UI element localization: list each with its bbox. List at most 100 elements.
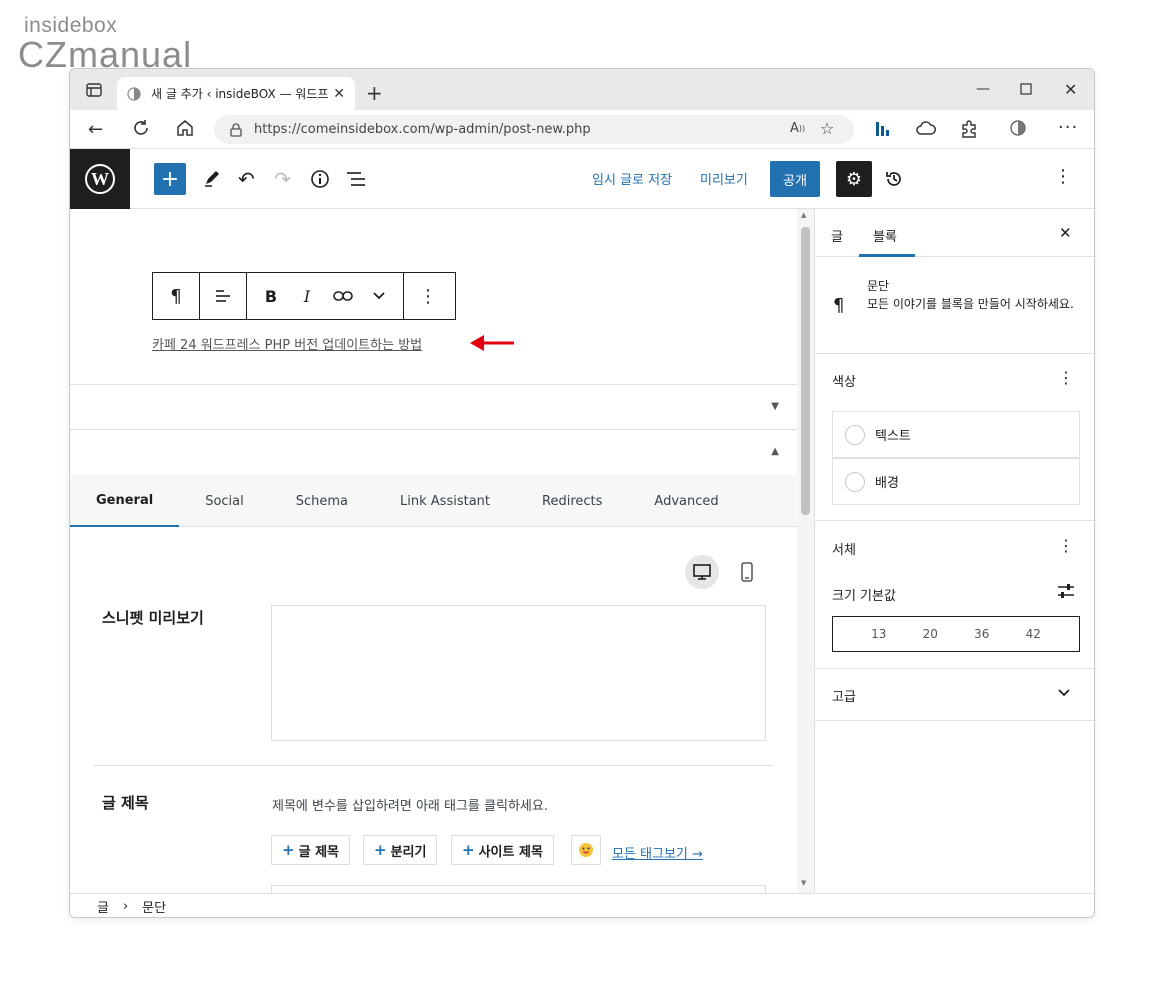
- scroll-down-icon[interactable]: ▼: [801, 879, 806, 887]
- revisions-history-icon[interactable]: [884, 169, 904, 189]
- scrollbar-thumb[interactable]: [801, 227, 810, 515]
- block-breadcrumb: 글 › 문단: [70, 893, 1094, 917]
- text-color-swatch: [845, 424, 865, 445]
- meta-panel-collapsed[interactable]: ▼: [70, 384, 797, 429]
- paragraph-icon[interactable]: ¶: [153, 273, 199, 319]
- snippet-preview-label: 스니펫 미리보기: [102, 609, 204, 627]
- triangle-down-icon: ▼: [771, 401, 779, 412]
- red-arrow-annotation-icon: [470, 333, 516, 353]
- edge-profile-icon[interactable]: [1010, 120, 1026, 136]
- read-aloud-icon[interactable]: A)): [790, 121, 805, 136]
- color-panel: 색상 ⋮ 텍스트 배경: [815, 354, 1094, 521]
- tools-pen-icon[interactable]: [203, 169, 221, 187]
- block-toolbar: ¶ B I ⋮: [152, 272, 456, 320]
- close-window-icon[interactable]: ✕: [1064, 80, 1077, 99]
- url-field[interactable]: https://comeinsidebox.com/wp-admin/post-…: [214, 115, 854, 144]
- browser-tab[interactable]: 새 글 추가 ‹ insideBOX — 워드프 ✕: [117, 77, 355, 110]
- refresh-icon[interactable]: [132, 119, 150, 137]
- publish-button[interactable]: 공개: [770, 161, 820, 197]
- text-color-label: 텍스트: [875, 429, 911, 444]
- breadcrumb-current[interactable]: 문단: [142, 897, 166, 916]
- preview-button[interactable]: 미리보기: [700, 169, 748, 188]
- tab-block[interactable]: 블록: [873, 226, 897, 245]
- browser-window: 새 글 추가 ‹ insideBOX — 워드프 ✕ + — ✕ ← https…: [69, 68, 1095, 918]
- desktop-preview-button[interactable]: [685, 555, 719, 589]
- editor-scrollbar[interactable]: ▲ ▼: [797, 209, 814, 893]
- back-icon[interactable]: ←: [88, 119, 103, 140]
- wordpress-logo-icon[interactable]: W: [70, 149, 130, 209]
- url-text: https://comeinsidebox.com/wp-admin/post-…: [254, 122, 591, 137]
- breadcrumb-separator-icon: ›: [122, 899, 129, 914]
- title-template-input[interactable]: [271, 885, 766, 893]
- tab-schema[interactable]: Schema: [270, 475, 374, 527]
- block-options-kebab-icon[interactable]: ⋮: [404, 273, 452, 319]
- tab-post[interactable]: 글: [831, 226, 843, 245]
- tab-advanced[interactable]: Advanced: [628, 475, 744, 527]
- sidebar-toggle-icon[interactable]: [86, 83, 102, 97]
- chevron-down-icon: [1058, 689, 1070, 697]
- address-bar: ← https://comeinsidebox.com/wp-admin/pos…: [70, 110, 1094, 149]
- extensions-icon[interactable]: [960, 120, 978, 138]
- minimize-icon[interactable]: —: [976, 81, 990, 97]
- close-tab-icon[interactable]: ✕: [333, 86, 345, 102]
- emoji-button[interactable]: [571, 835, 601, 865]
- add-block-button[interactable]: +: [154, 163, 186, 195]
- editor-header: W + ↶ ↷ 임시 글로 저장 미리보기 공개 ⚙ ⋮: [70, 149, 1094, 209]
- tab-general[interactable]: General: [70, 475, 180, 527]
- post-title-label: 글 제목: [102, 794, 149, 812]
- font-size-option-20[interactable]: 20: [923, 627, 938, 641]
- typography-options-kebab-icon[interactable]: ⋮: [1058, 538, 1074, 554]
- seo-tabs: General Social Schema Link Assistant Red…: [70, 475, 797, 527]
- bold-icon[interactable]: B: [253, 273, 289, 319]
- favorite-icon[interactable]: ☆: [820, 119, 834, 138]
- undo-icon[interactable]: ↶: [238, 167, 255, 191]
- close-sidebar-icon[interactable]: ✕: [1059, 224, 1072, 242]
- align-icon[interactable]: [200, 273, 246, 319]
- background-color-swatch: [845, 471, 865, 492]
- font-size-option-13[interactable]: 13: [871, 627, 886, 641]
- paragraph-block[interactable]: 카페 24 워드프레스 PHP 버전 업데이트하는 방법: [152, 334, 422, 353]
- save-draft-button[interactable]: 임시 글로 저장: [592, 169, 672, 188]
- extension-app-icon[interactable]: [874, 120, 890, 138]
- desktop-icon: [692, 563, 712, 581]
- font-size-option-36[interactable]: 36: [974, 627, 989, 641]
- italic-icon[interactable]: I: [289, 273, 325, 319]
- redo-icon[interactable]: ↷: [274, 167, 291, 191]
- tag-button-separator[interactable]: + 분리기: [363, 835, 438, 865]
- tab-link-assistant[interactable]: Link Assistant: [374, 475, 516, 527]
- cloud-icon[interactable]: [916, 120, 936, 136]
- mobile-preview-button[interactable]: [730, 555, 764, 589]
- view-all-tags-link[interactable]: 모든 태그보기 →: [612, 843, 703, 862]
- advanced-panel[interactable]: 고급: [815, 669, 1094, 721]
- title-help-text: 제목에 변수를 삽입하려면 아래 태그를 클릭하세요.: [272, 799, 548, 814]
- settings-button[interactable]: ⚙: [836, 161, 872, 197]
- font-size-picker: 13 20 36 42: [832, 616, 1080, 652]
- maximize-icon[interactable]: [1020, 83, 1032, 95]
- meta-panel-expanded[interactable]: ▲: [70, 429, 797, 474]
- tag-button-post-title[interactable]: + 글 제목: [271, 835, 350, 865]
- sidebar-tabs: 글 블록 ✕: [815, 209, 1094, 257]
- title-bar: 새 글 추가 ‹ insideBOX — 워드프 ✕ + — ✕: [70, 69, 1094, 110]
- tab-redirects[interactable]: Redirects: [516, 475, 628, 527]
- text-color-option[interactable]: 텍스트: [832, 411, 1080, 458]
- home-icon[interactable]: [176, 119, 194, 137]
- options-kebab-icon[interactable]: ⋮: [1054, 166, 1072, 187]
- divider: [94, 765, 773, 766]
- chevron-down-icon[interactable]: [361, 273, 397, 319]
- more-menu-icon[interactable]: ···: [1058, 117, 1078, 138]
- link-icon[interactable]: [325, 273, 361, 319]
- paragraph-icon: ¶: [833, 295, 845, 316]
- background-color-option[interactable]: 배경: [832, 458, 1080, 505]
- block-card-description: 모든 이야기를 블록을 만들어 시작하세요.: [867, 297, 1074, 311]
- align-group: [200, 273, 247, 319]
- info-icon[interactable]: [310, 169, 330, 189]
- list-view-icon[interactable]: [346, 170, 366, 188]
- scroll-up-icon[interactable]: ▲: [801, 211, 806, 219]
- tag-button-site-title[interactable]: + 사이트 제목: [451, 835, 554, 865]
- font-size-option-42[interactable]: 42: [1026, 627, 1041, 641]
- new-tab-icon[interactable]: +: [366, 81, 383, 105]
- custom-size-sliders-icon[interactable]: [1057, 583, 1075, 599]
- color-options-kebab-icon[interactable]: ⋮: [1058, 370, 1074, 386]
- tab-social[interactable]: Social: [179, 475, 270, 527]
- breadcrumb-root[interactable]: 글: [97, 897, 109, 916]
